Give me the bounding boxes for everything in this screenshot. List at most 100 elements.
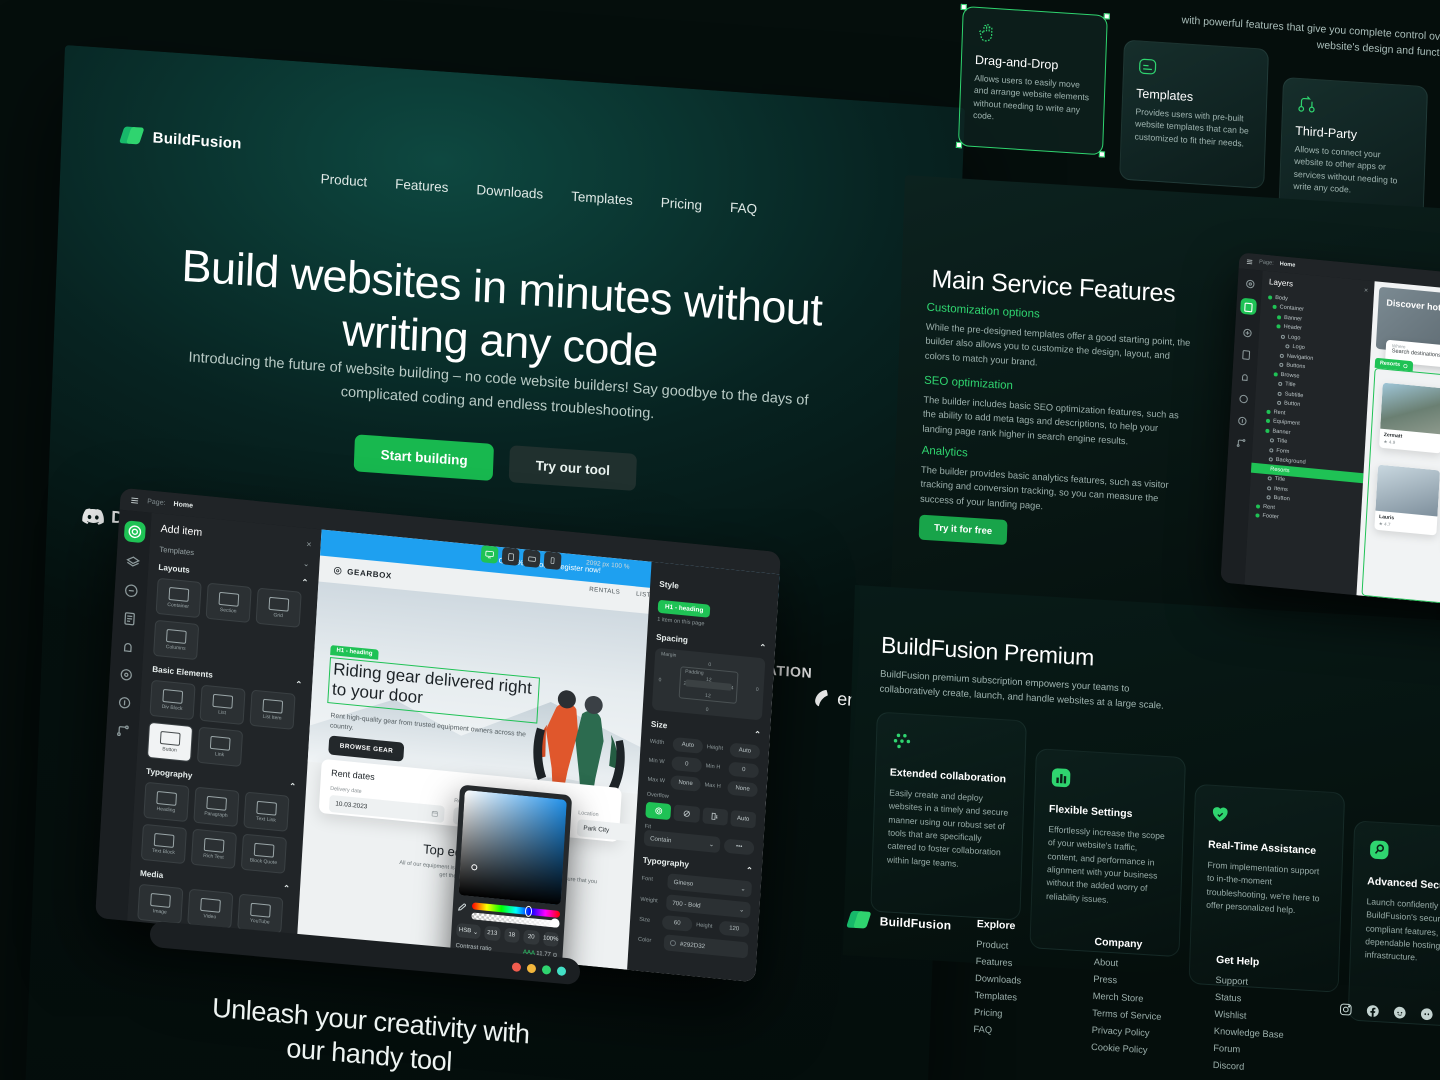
min-width-input[interactable]: 0	[671, 755, 703, 773]
cms-icon[interactable]	[116, 694, 132, 710]
assets-icon[interactable]	[1237, 391, 1249, 404]
tile-text-link[interactable]: Text Link	[243, 791, 290, 832]
overflow-hidden-option[interactable]	[673, 804, 700, 823]
discord-icon[interactable]	[1420, 1007, 1434, 1022]
margin-top-value[interactable]: 0	[708, 662, 711, 668]
fit-more-button[interactable]: •••	[723, 838, 755, 856]
hue-handle[interactable]	[524, 905, 533, 918]
footer-link[interactable]: FAQ	[973, 1024, 1019, 1037]
delivery-date-field[interactable]: Delivery date 10.03.2023	[328, 786, 446, 824]
padding-bottom-value[interactable]: 12	[705, 693, 711, 700]
resize-handle-br[interactable]	[1098, 151, 1106, 158]
tile-div-block[interactable]: Div Block	[149, 679, 196, 721]
saturation-value-input[interactable]: 18	[503, 927, 520, 944]
height-input[interactable]: Auto	[729, 742, 761, 760]
facebook-icon[interactable]	[1366, 1004, 1380, 1019]
brightness-value-input[interactable]: 20	[523, 929, 540, 946]
footer-link[interactable]: Product	[976, 939, 1022, 952]
try-it-for-free-button[interactable]: Try it for free	[918, 514, 1008, 546]
tile-text-block[interactable]: Text Block	[140, 823, 187, 865]
eyedropper-icon[interactable]	[455, 901, 468, 914]
sv-handle[interactable]	[471, 864, 478, 871]
tile-link[interactable]: Link	[196, 726, 244, 767]
line-height-input[interactable]: 120	[718, 920, 750, 938]
resize-handle-tl[interactable]	[960, 3, 967, 11]
reddit-icon[interactable]	[1393, 1005, 1407, 1020]
menu-icon[interactable]	[130, 495, 140, 505]
feature-card-drag-and-drop[interactable]: Drag-and-Drop Allows users to easily mov…	[955, 3, 1110, 158]
alpha-handle[interactable]	[550, 918, 560, 928]
interactions-icon[interactable]	[1239, 369, 1251, 381]
resort-card[interactable]: Zermatt ★ 4.9	[1379, 382, 1440, 454]
margin-bottom-value[interactable]: 0	[705, 707, 708, 713]
try-our-tool-button[interactable]: Try our tool	[508, 445, 637, 491]
pages-icon[interactable]	[121, 610, 137, 626]
selector-chip[interactable]: H1 - heading	[657, 599, 711, 618]
tile-block-quote[interactable]: Block Quote	[240, 833, 287, 874]
nav-item-templates[interactable]: Templates	[571, 189, 633, 208]
add-element-icon[interactable]	[123, 520, 146, 544]
tile-list[interactable]: List	[199, 684, 246, 725]
footer-link[interactable]: Wishlist	[1214, 1009, 1284, 1023]
overflow-visible-option[interactable]	[645, 801, 672, 821]
footer-link[interactable]: Knowledge Base	[1214, 1026, 1284, 1040]
nav-item-pricing[interactable]: Pricing	[660, 195, 702, 213]
tile-video[interactable]: Video	[187, 888, 234, 929]
settings-icon[interactable]	[118, 666, 134, 682]
footer-link[interactable]: Support	[1215, 975, 1285, 989]
overflow-scroll-option[interactable]	[701, 807, 728, 826]
footer-link[interactable]: Templates	[974, 990, 1020, 1003]
tile-paragraph[interactable]: Paragraph	[193, 786, 240, 827]
resize-handle-bl[interactable]	[955, 141, 963, 149]
color-swatch-input[interactable]: #292D32	[663, 934, 749, 959]
instagram-icon[interactable]	[1339, 1002, 1353, 1017]
tile-list-item[interactable]: List Item	[249, 689, 296, 730]
footer-link[interactable]: About	[1094, 957, 1164, 971]
close-icon[interactable]: ×	[306, 539, 312, 550]
width-input[interactable]: Auto	[672, 736, 704, 754]
max-height-input[interactable]: None	[727, 780, 758, 798]
nav-item-faq[interactable]: FAQ	[730, 200, 758, 217]
font-size-input[interactable]: 60	[661, 914, 693, 932]
alpha-value-input[interactable]: 100%	[542, 931, 559, 947]
max-width-input[interactable]: None	[670, 774, 701, 792]
tile-heading[interactable]: Heading	[143, 781, 190, 823]
resort-card[interactable]: Lauris ★ 4.7	[1374, 464, 1440, 536]
close-icon[interactable]: ×	[1364, 287, 1368, 294]
add-element-icon[interactable]	[1241, 325, 1253, 338]
footer-link[interactable]: Pricing	[974, 1007, 1020, 1020]
resize-handle-tr[interactable]	[1103, 13, 1110, 20]
min-height-input[interactable]: 0	[728, 761, 760, 779]
margin-right-value[interactable]: 0	[756, 686, 759, 692]
tile-image[interactable]: Image	[137, 883, 184, 925]
desktop-viewport-icon[interactable]	[480, 545, 499, 564]
weight-select[interactable]: 700 - Bold ⌄	[665, 894, 751, 919]
footer-link[interactable]: Discord	[1213, 1060, 1283, 1074]
footer-link[interactable]: Merch Store	[1093, 991, 1163, 1005]
layers-icon[interactable]	[125, 554, 141, 570]
footer-link[interactable]: Status	[1215, 992, 1285, 1006]
font-select[interactable]: Gineso ⌄	[667, 873, 753, 898]
start-building-button[interactable]: Start building	[353, 434, 495, 482]
nav-item-product[interactable]: Product	[320, 171, 367, 189]
settings-icon[interactable]	[1244, 276, 1256, 289]
sitemap-icon[interactable]	[1235, 435, 1247, 447]
saturation-value-area[interactable]	[458, 789, 567, 905]
menu-icon[interactable]	[1246, 257, 1253, 265]
overflow-auto-option[interactable]: Auto	[730, 809, 757, 829]
margin-left-value[interactable]: 0	[658, 677, 661, 683]
footer-link[interactable]: Features	[976, 956, 1022, 969]
spacing-control[interactable]: Margin 0 0 0 0 Padding 12 12 24 24	[651, 647, 766, 721]
tile-grid[interactable]: Grid	[255, 587, 302, 628]
footer-link[interactable]: Forum	[1213, 1043, 1283, 1057]
tile-youtube[interactable]: YouTube	[237, 893, 284, 934]
brand-logo[interactable]: BuildFusion	[118, 124, 242, 154]
tile-container[interactable]: Container	[155, 577, 202, 619]
tile-button[interactable]: Button	[146, 721, 194, 763]
footer-link[interactable]: Downloads	[975, 973, 1021, 986]
interactions-icon[interactable]	[120, 638, 136, 654]
feature-card-templates[interactable]: Templates Provides users with pre-built …	[1119, 39, 1270, 189]
nav-item-downloads[interactable]: Downloads	[476, 182, 543, 202]
footer-link[interactable]: Cookie Policy	[1091, 1042, 1161, 1056]
footer-link[interactable]: Press	[1093, 974, 1163, 988]
